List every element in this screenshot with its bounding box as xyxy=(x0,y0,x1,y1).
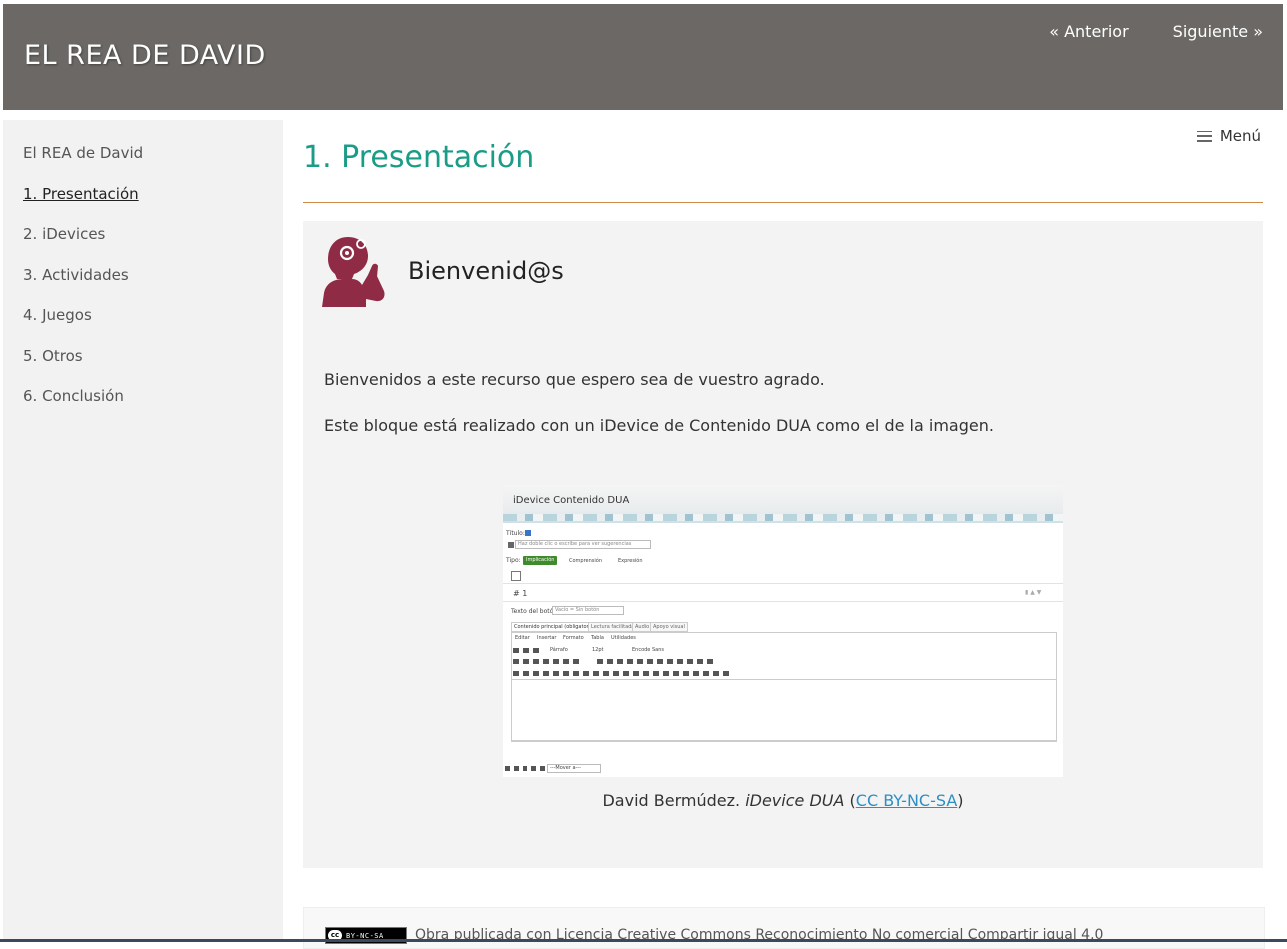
screenshot-toolbar-row-3 xyxy=(513,669,1047,678)
sidebar: El REA de David 1. Presentación 2. iDevi… xyxy=(3,120,283,942)
site-title: EL REA DE DAVID xyxy=(24,40,266,71)
license-footer: cc BY-NC-SA Obra publicada con Licencia … xyxy=(303,907,1265,949)
sidebar-nav: El REA de David 1. Presentación 2. iDevi… xyxy=(3,120,283,426)
screenshot-format-select: Párrafo xyxy=(550,647,568,653)
screenshot-menu-tabla: Tabla xyxy=(591,635,604,641)
screenshot-title-placeholder: Haz doble clic o escribe para ver sugere… xyxy=(518,541,632,547)
intro-paragraph: Bienvenidos a este recurso que espero se… xyxy=(324,370,825,389)
hamburger-icon xyxy=(1196,130,1212,142)
screenshot-title-label: Título: xyxy=(506,530,525,537)
previous-page-link[interactable]: « Anterior xyxy=(1049,22,1128,41)
idevice-block: Bienvenid@s Bienvenidos a este recurso q… xyxy=(303,221,1263,868)
sidebar-item-actividades[interactable]: 3. Actividades xyxy=(23,264,283,305)
screenshot-title-input: Haz doble clic o escribe para ver sugere… xyxy=(515,540,651,549)
screenshot-header: iDevice Contenido DUA xyxy=(503,485,1063,523)
screenshot-block-number: # 1 xyxy=(513,589,528,598)
screenshot-tab-main: Contenido principal (obligatorio) xyxy=(511,622,598,632)
description-paragraph: Este bloque está realizado con un iDevic… xyxy=(324,416,994,435)
screenshot-bottom-icons xyxy=(505,764,545,773)
idevice-screenshot-image: iDevice Contenido DUA Título: Haz doble … xyxy=(503,485,1063,777)
screenshot-image-icon xyxy=(508,542,514,548)
screenshot-button-text-placeholder: Vacío = Sin botón xyxy=(555,607,600,613)
screenshot-block-controls: ▮ ▲ ▼ xyxy=(1025,589,1042,596)
screenshot-fullscreen-icon xyxy=(511,571,521,581)
sidebar-item-juegos[interactable]: 4. Juegos xyxy=(23,304,283,345)
screenshot-type-expresion: Expresión xyxy=(618,558,643,564)
image-caption: David Bermúdez. iDevice DUA (CC BY-NC-SA… xyxy=(303,791,1263,810)
caption-author: David Bermúdez. xyxy=(602,791,741,810)
screenshot-info-icon xyxy=(525,530,531,536)
screenshot-menu-editar: Editar xyxy=(515,635,530,641)
screenshot-menu-utilidades: Utilidades xyxy=(611,635,636,641)
sidebar-item-idevices[interactable]: 2. iDevices xyxy=(23,223,283,264)
thinking-person-icon xyxy=(322,237,385,307)
menu-label: Menú xyxy=(1219,127,1261,145)
screenshot-font-select: Encode Sans xyxy=(632,647,664,653)
screenshot-tab-visual: Apoyo visual xyxy=(650,622,688,632)
screenshot-stripe xyxy=(503,514,1063,521)
caption-license-link[interactable]: CC BY-NC-SA xyxy=(856,791,958,810)
screenshot-move-select-label: ---Mover a--- xyxy=(550,765,581,771)
screenshot-button-text-input: Vacío = Sin botón xyxy=(552,606,624,615)
page-title: 1. Presentación xyxy=(303,140,535,175)
sidebar-item-otros[interactable]: 5. Otros xyxy=(23,345,283,386)
idevice-title: Bienvenid@s xyxy=(408,257,564,285)
screenshot-tab-easy-reading: Lectura facilitada xyxy=(588,622,638,632)
title-divider xyxy=(303,202,1263,203)
screenshot-size-select: 12pt xyxy=(592,647,604,653)
screenshot-title: iDevice Contenido DUA xyxy=(513,495,630,506)
sidebar-item-home[interactable]: El REA de David xyxy=(23,142,283,183)
pagination: « Anterior Siguiente » xyxy=(1049,22,1263,41)
caption-close-paren: ) xyxy=(957,791,964,810)
menu-toggle-button[interactable]: Menú xyxy=(1196,127,1261,145)
screenshot-menu-insertar: Insertar xyxy=(537,635,557,641)
screenshot-type-comprension: Comprensión xyxy=(569,558,603,564)
sidebar-item-presentacion[interactable]: 1. Presentación xyxy=(23,183,283,224)
screenshot-editor-area xyxy=(511,679,1057,741)
screenshot-toolbar-row-2 xyxy=(513,657,1047,666)
caption-work-title: iDevice DUA xyxy=(745,791,845,810)
site-header: EL REA DE DAVID « Anterior Siguiente » xyxy=(3,4,1283,110)
screenshot-move-select: ---Mover a--- xyxy=(547,764,601,773)
screenshot-type-label: Tipo: xyxy=(506,557,521,564)
screenshot-type-implicacion: Implicación xyxy=(523,556,558,565)
screenshot-menu-formato: Formato xyxy=(563,635,584,641)
next-page-link[interactable]: Siguiente » xyxy=(1173,22,1263,41)
sidebar-item-conclusion[interactable]: 6. Conclusión xyxy=(23,385,283,426)
